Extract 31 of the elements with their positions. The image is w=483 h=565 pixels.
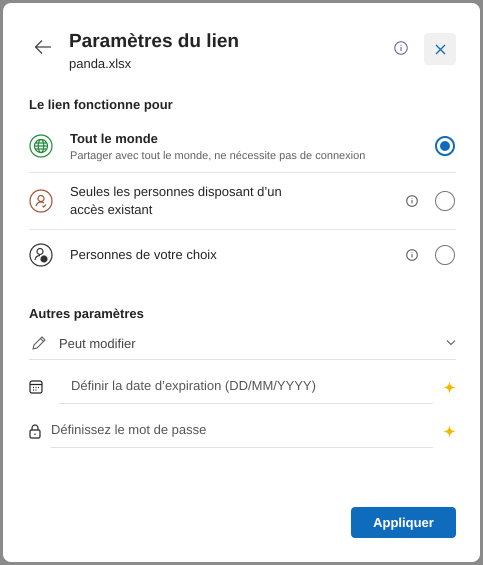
apply-button[interactable]: Appliquer (351, 507, 456, 538)
info-icon[interactable] (406, 249, 418, 261)
sparkle-icon (443, 424, 456, 438)
option-label: Tout le monde (70, 130, 158, 148)
file-name: panda.xlsx (69, 56, 132, 71)
lock-icon (29, 424, 41, 438)
pencil-icon (31, 335, 47, 351)
back-button[interactable] (33, 39, 53, 55)
dialog-title: Paramètres du lien (69, 31, 240, 53)
calendar-icon (29, 380, 43, 394)
permission-dropdown[interactable]: Peut modifier (29, 331, 456, 360)
sparkle-icon (443, 380, 456, 394)
person-icon (29, 189, 53, 213)
back-arrow-icon (34, 39, 52, 55)
section-heading: Autres paramètres (29, 306, 145, 321)
radio-button[interactable] (435, 136, 455, 156)
info-icon[interactable] (406, 195, 418, 207)
option-description: Partager avec tout le monde, ne nécessite pas de connexion (70, 150, 366, 162)
close-button[interactable] (424, 33, 456, 65)
close-icon (434, 44, 446, 54)
globe-icon (29, 134, 53, 158)
option-label: Personnes de votre choix (70, 246, 217, 264)
expiration-date-field[interactable]: Définir la date d’expiration (DD/MM/YYYY) (59, 370, 433, 404)
person-settings-icon (29, 243, 53, 267)
radio-button[interactable] (435, 191, 455, 211)
section-heading: Le lien fonctionne pour (29, 97, 174, 112)
chevron-down-icon (446, 340, 456, 346)
password-field[interactable]: Définissez le mot de passe (51, 414, 433, 448)
radio-button[interactable] (435, 245, 455, 265)
option-label: Seules les personnes disposant d’un accès existant (70, 183, 283, 219)
info-icon[interactable] (394, 41, 408, 55)
